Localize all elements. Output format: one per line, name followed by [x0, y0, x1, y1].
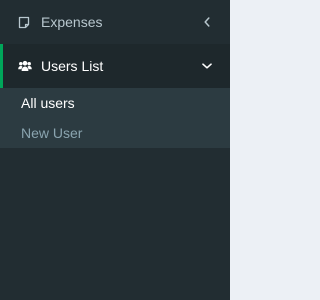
- submenu-item-new-user[interactable]: New User: [21, 125, 82, 141]
- sidebar: Expenses Users List All users New User: [0, 0, 230, 300]
- sidebar-item-expenses[interactable]: Expenses: [0, 0, 230, 44]
- users-icon: [18, 59, 32, 73]
- submenu-item-all-users[interactable]: All users: [21, 95, 75, 111]
- page: Expenses Users List All users New User: [0, 0, 300, 300]
- document-icon: [17, 15, 31, 29]
- chevron-down-icon[interactable]: [202, 61, 212, 71]
- users-submenu: All users New User: [0, 88, 230, 148]
- sidebar-item-users-list[interactable]: Users List: [0, 44, 230, 88]
- sidebar-item-label: Users List: [41, 58, 104, 74]
- sidebar-item-label: Expenses: [41, 14, 103, 30]
- content-area: [230, 0, 300, 300]
- chevron-left-icon[interactable]: [202, 17, 212, 27]
